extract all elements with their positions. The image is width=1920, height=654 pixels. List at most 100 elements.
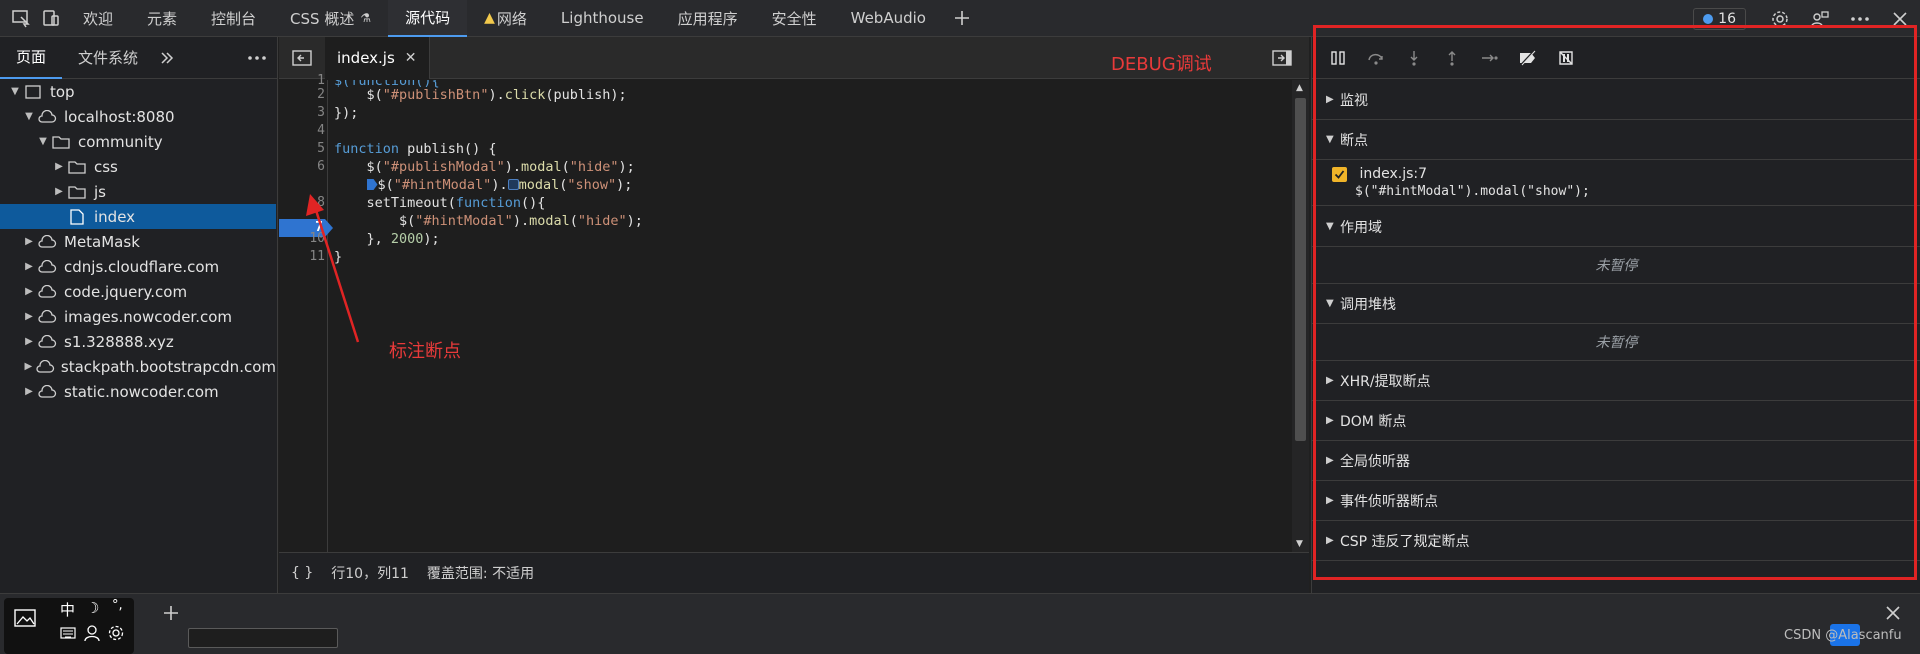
tab-network[interactable]: ▲ 网络 [467, 0, 544, 37]
folder-icon [50, 133, 72, 151]
tree-item-label: stackpath.bootstrapcdn.com [60, 357, 276, 376]
collapsed-arrow-icon: ▶ [25, 236, 33, 247]
editor-tab-index-js[interactable]: index.js ✕ [325, 36, 430, 79]
tree-item-label: localhost:8080 [64, 107, 175, 126]
tab-css-overview-label: CSS 概述 [290, 9, 355, 28]
file-navigator: 页面 文件系统 ▼ top ▼ localhost:8080 ▼ communi… [0, 37, 278, 593]
tree-item-images-nowcoder[interactable]: ▶ images.nowcoder.com [22, 304, 276, 329]
collapsed-arrow-icon: ▶ [55, 186, 63, 197]
collapsed-arrow-icon: ▶ [25, 261, 33, 272]
expanded-arrow-icon: ▼ [25, 111, 33, 122]
drawer-filter-input[interactable] [188, 628, 338, 648]
line-number: 2 [317, 87, 325, 102]
moon-icon[interactable]: ☽ [86, 599, 99, 617]
keyboard-icon[interactable] [60, 626, 76, 644]
coverage-status: 覆盖范围: 不适用 [426, 566, 535, 582]
cloud-icon [36, 258, 58, 276]
add-drawer-tab-icon[interactable] [156, 598, 186, 628]
cloud-icon [36, 108, 58, 126]
cloud-icon [36, 333, 58, 351]
tab-webaudio[interactable]: WebAudio [834, 0, 943, 37]
folder-icon [66, 183, 88, 201]
user-icon[interactable] [84, 624, 100, 646]
expanded-arrow-icon: ▼ [11, 86, 19, 97]
debug-annotation-box [1313, 25, 1917, 580]
cloud-icon [36, 383, 58, 401]
line-number: 5 [317, 141, 325, 156]
tree-item-index[interactable]: index [0, 204, 276, 229]
tab-lighthouse[interactable]: Lighthouse [544, 0, 661, 37]
cloud-icon [36, 308, 58, 326]
issue-dot-icon [1703, 13, 1714, 24]
tab-css-overview[interactable]: CSS 概述 ⚗ [273, 0, 388, 37]
close-tab-icon[interactable]: ✕ [405, 50, 417, 66]
tree-item-label: code.jquery.com [64, 282, 188, 301]
scroll-down-icon[interactable]: ▼ [1296, 539, 1303, 549]
flask-icon: ⚗ [360, 11, 372, 25]
tree-item-label: cdnjs.cloudflare.com [64, 257, 220, 276]
tree-item-label: s1.328888.xyz [64, 332, 174, 351]
code-line: $("#publishModal").modal("hide"); [334, 159, 635, 175]
tab-filesystem[interactable]: 文件系统 [62, 37, 154, 79]
code-line: $("#publishBtn").click(publish); [334, 87, 627, 103]
line-number: 6 [317, 159, 325, 174]
breakpoint-annotation-label: 标注断点 [389, 341, 461, 362]
collapsed-arrow-icon: ▶ [25, 336, 33, 347]
pretty-print-button[interactable]: { } [291, 565, 313, 581]
inline-breakpoint-icon[interactable] [366, 179, 378, 190]
code-editor: index.js ✕ 1 2 3 4 5 6 7 8 10 11 $(funct… [279, 36, 1309, 593]
tree-item-metamask[interactable]: ▶ MetaMask [22, 229, 276, 254]
punctuation-icon[interactable]: °, [112, 598, 123, 613]
tree-item-static-nowcoder[interactable]: ▶ static.nowcoder.com [22, 379, 276, 404]
tree-item-label: static.nowcoder.com [64, 382, 219, 401]
line-number: 3 [317, 105, 325, 120]
scrollbar-thumb[interactable] [1295, 98, 1306, 441]
toggle-debugger-icon[interactable] [1267, 37, 1297, 79]
tree-item-label: css [94, 157, 118, 176]
inline-breakpoint-hint-icon[interactable] [507, 179, 519, 190]
tree-item-label: js [94, 182, 106, 201]
collapsed-arrow-icon: ▶ [25, 286, 33, 297]
tree-item-top[interactable]: ▼ top [8, 79, 276, 104]
tree-item-localhost[interactable]: ▼ localhost:8080 [22, 104, 276, 129]
add-tab-icon[interactable] [947, 0, 977, 37]
cloud-icon [35, 358, 55, 376]
editor-scrollbar[interactable]: ▲ ▼ [1292, 80, 1309, 552]
close-drawer-icon[interactable] [1878, 598, 1908, 628]
ime-chinese-icon[interactable]: 中 [60, 599, 75, 620]
tree-item-s1[interactable]: ▶ s1.328888.xyz [22, 329, 276, 354]
tab-application[interactable]: 应用程序 [661, 0, 755, 37]
tree-item-community[interactable]: ▼ community [36, 129, 276, 154]
inspect-element-icon[interactable] [6, 0, 36, 37]
tree-item-css[interactable]: ▶ css [52, 154, 276, 179]
cursor-position: 行10，列11 [331, 566, 409, 582]
collapsed-arrow-icon: ▶ [25, 386, 33, 397]
tab-welcome[interactable]: 欢迎 [66, 0, 130, 37]
more-tabs-icon[interactable] [154, 37, 180, 79]
warning-icon: ▲ [484, 10, 495, 26]
device-toolbar-icon[interactable] [36, 0, 66, 37]
tree-item-js[interactable]: ▶ js [52, 179, 276, 204]
tab-console[interactable]: 控制台 [194, 0, 273, 37]
tree-item-jquery[interactable]: ▶ code.jquery.com [22, 279, 276, 304]
editor-tab-label: index.js [337, 48, 395, 67]
gear-icon[interactable] [107, 624, 125, 646]
ime-toolbar: 中 ☽ °, [4, 598, 134, 654]
navigator-menu-icon[interactable] [237, 37, 277, 79]
tab-security[interactable]: 安全性 [755, 0, 834, 37]
tree-item-label: index [94, 207, 136, 226]
scroll-up-icon[interactable]: ▲ [1296, 83, 1303, 93]
code-content[interactable]: $(function(){ $("#publishBtn").click(pub… [334, 80, 1234, 552]
tree-item-label: images.nowcoder.com [64, 307, 233, 326]
tree-item-stackpath[interactable]: ▶ stackpath.bootstrapcdn.com [22, 354, 276, 379]
frame-icon [22, 83, 44, 101]
tab-page[interactable]: 页面 [0, 37, 63, 79]
image-icon[interactable] [14, 608, 36, 632]
tab-sources[interactable]: 源代码 [388, 0, 468, 37]
code-line: }); [334, 105, 359, 121]
tab-elements[interactable]: 元素 [130, 0, 194, 37]
tree-item-cdnjs[interactable]: ▶ cdnjs.cloudflare.com [22, 254, 276, 279]
collapsed-arrow-icon: ▶ [24, 361, 33, 372]
folder-icon [66, 158, 88, 176]
tree-item-label: top [50, 82, 75, 101]
